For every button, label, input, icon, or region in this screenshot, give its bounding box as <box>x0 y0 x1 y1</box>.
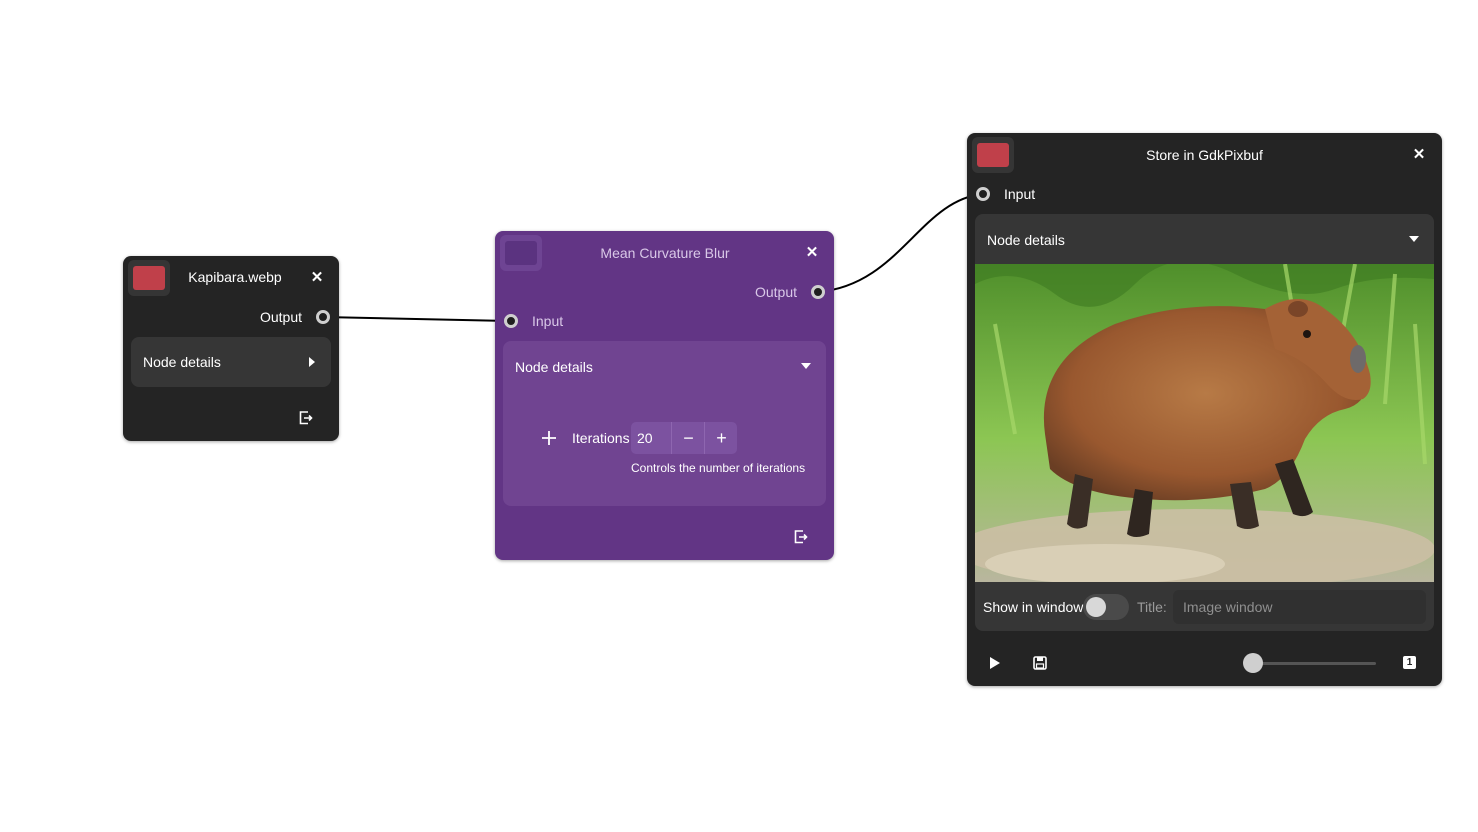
chevron-right-icon <box>309 357 315 367</box>
node-color-button[interactable] <box>500 235 542 271</box>
node-details-expander[interactable]: Node details <box>975 214 1434 631</box>
input-socket[interactable] <box>504 314 518 328</box>
input-label: Input <box>532 313 564 329</box>
iterations-label: Iterations <box>572 430 630 446</box>
output-socket[interactable] <box>316 310 330 324</box>
node-store-in-gdkpixbuf[interactable]: Store in GdkPixbuf ✕ Input Node details <box>967 133 1442 686</box>
page-badge[interactable]: 1 <box>1403 656 1416 669</box>
node-color-button[interactable] <box>972 137 1014 173</box>
node-details-label: Node details <box>143 354 221 370</box>
show-in-window-switch[interactable] <box>1083 594 1129 620</box>
node-details-label: Node details <box>515 359 593 375</box>
close-icon[interactable]: ✕ <box>307 268 327 288</box>
capybara-image-preview <box>975 264 1434 582</box>
wire-kapibara-to-blur <box>322 316 512 322</box>
input-label: Input <box>1004 186 1036 202</box>
add-icon[interactable] <box>542 431 556 445</box>
node-details-expander[interactable]: Node details Iterations 20 − + Controls … <box>503 341 826 506</box>
decrement-button[interactable]: − <box>671 422 705 454</box>
save-icon[interactable] <box>1033 656 1047 670</box>
output-label: Output <box>259 309 302 325</box>
title-label: Title: <box>1137 599 1167 615</box>
chevron-down-icon <box>1409 236 1419 242</box>
node-color-button[interactable] <box>128 260 170 296</box>
zoom-slider-knob[interactable] <box>1243 653 1263 673</box>
close-icon[interactable]: ✕ <box>802 243 822 263</box>
node-details-label: Node details <box>987 232 1065 248</box>
close-icon[interactable]: ✕ <box>1409 145 1429 165</box>
input-socket[interactable] <box>976 187 990 201</box>
iterations-input[interactable]: 20 <box>631 422 671 454</box>
chevron-down-icon <box>801 363 811 369</box>
switch-knob <box>1086 597 1106 617</box>
output-socket[interactable] <box>811 285 825 299</box>
node-title: Store in GdkPixbuf <box>1146 147 1263 163</box>
node-title: Kapibara.webp <box>188 269 282 285</box>
node-title: Mean Curvature Blur <box>600 245 730 261</box>
node-mean-curvature-blur[interactable]: Mean Curvature Blur ✕ Output Input Node … <box>495 231 834 560</box>
show-in-window-label: Show in window <box>983 599 1084 615</box>
window-title-input[interactable]: Image window <box>1173 590 1426 624</box>
wire-blur-to-store <box>817 193 984 293</box>
node-color-swatch <box>505 241 537 265</box>
node-details-expander[interactable]: Node details <box>131 337 331 387</box>
zoom-slider-track[interactable] <box>1252 662 1376 665</box>
node-color-swatch <box>133 266 165 290</box>
play-icon[interactable] <box>989 657 1001 669</box>
export-icon[interactable] <box>299 411 313 425</box>
node-color-swatch <box>977 143 1009 167</box>
iterations-spin-button[interactable]: 20 − + <box>631 422 737 454</box>
output-label: Output <box>754 284 797 300</box>
node-kapibara[interactable]: Kapibara.webp ✕ Output Node details <box>123 256 339 441</box>
increment-button[interactable]: + <box>704 422 738 454</box>
iterations-help-text: Controls the number of iterations <box>631 461 806 475</box>
export-icon[interactable] <box>794 530 808 544</box>
